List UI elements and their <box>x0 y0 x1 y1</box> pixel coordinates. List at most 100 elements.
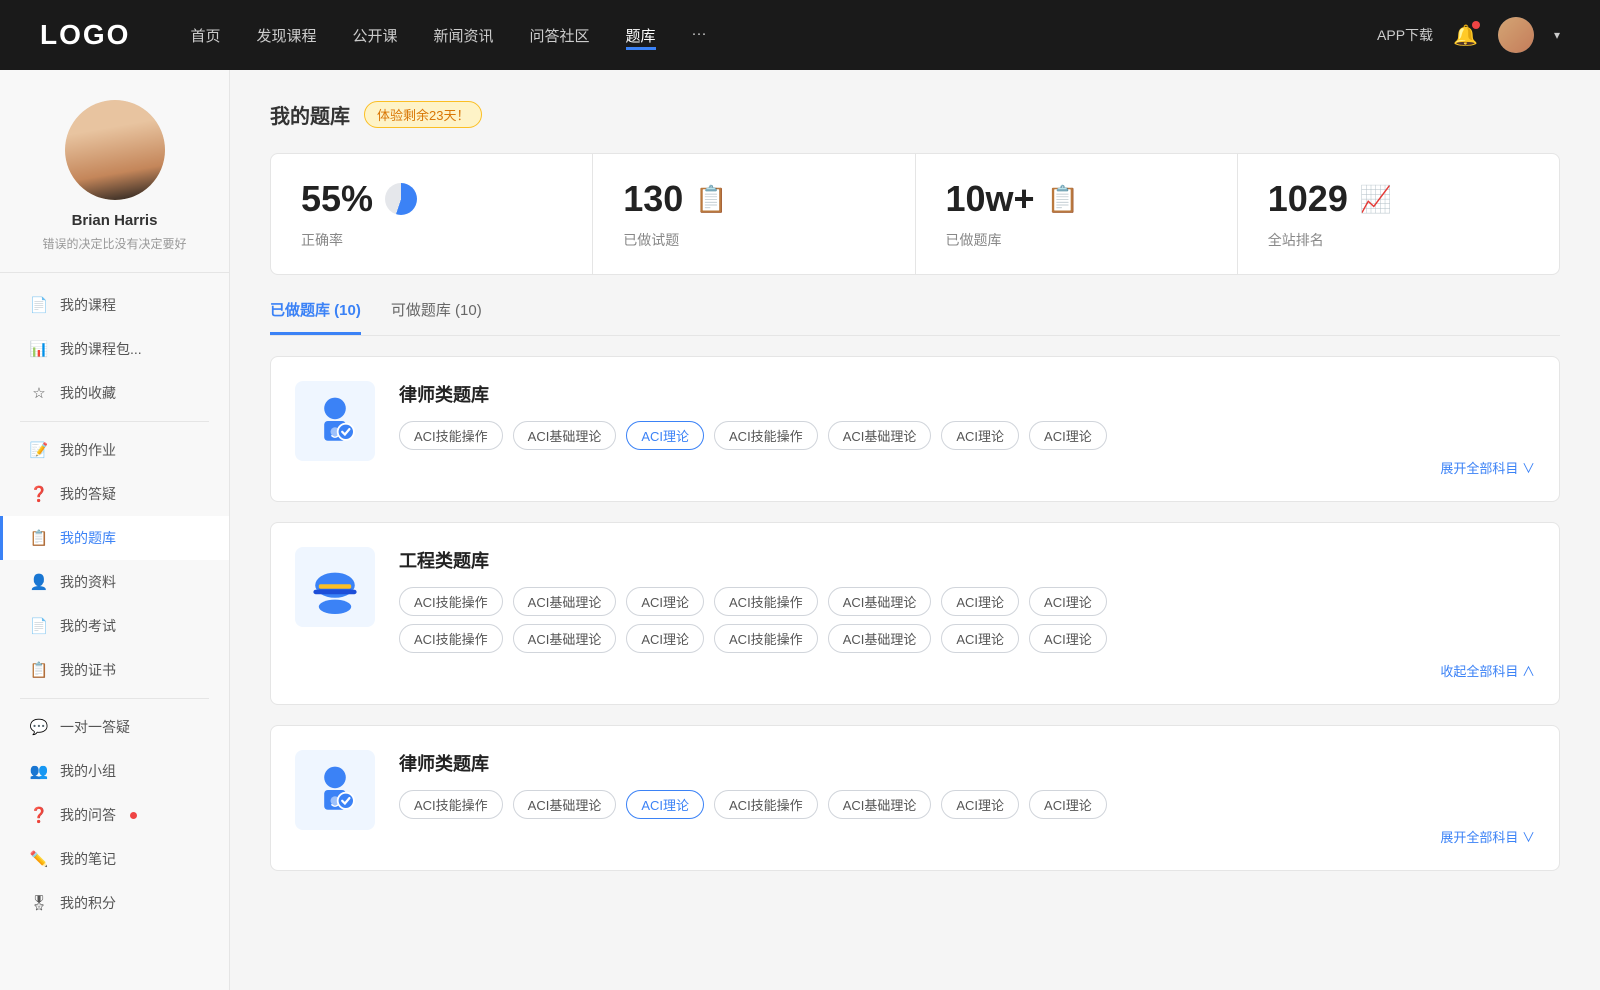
stat-accuracy-value: 55% <box>301 178 373 220</box>
bank-tag[interactable]: ACI技能操作 <box>714 624 818 653</box>
user-menu-chevron[interactable]: ▾ <box>1554 28 1560 42</box>
my-exams-icon: 📄 <box>30 617 48 635</box>
sidebar-item-my-notes[interactable]: ✏️ 我的笔记 <box>0 837 229 881</box>
sidebar-item-my-exams[interactable]: 📄 我的考试 <box>0 604 229 648</box>
bank-tag[interactable]: ACI理论 <box>941 587 1019 616</box>
bank-title-lawyer-2: 律师类题库 <box>399 750 1535 776</box>
bank-collapse-engineer[interactable]: 收起全部科目 ∧ <box>399 661 1535 680</box>
bank-tag[interactable]: ACI技能操作 <box>399 587 503 616</box>
sidebar-item-question-bank[interactable]: 📋 我的题库 <box>0 516 229 560</box>
sidebar-label-favorites: 我的收藏 <box>60 383 116 403</box>
sidebar-item-certificates[interactable]: 📋 我的证书 <box>0 648 229 692</box>
bank-tag[interactable]: ACI基础理论 <box>828 421 932 450</box>
nav-item-open-course[interactable]: 公开课 <box>352 21 397 50</box>
nav-item-news[interactable]: 新闻资讯 <box>434 21 494 50</box>
bank-tag[interactable]: ACI理论 <box>1029 624 1107 653</box>
notification-bell[interactable]: 🔔 <box>1453 23 1478 48</box>
sidebar-label-homework: 我的作业 <box>60 440 116 460</box>
bank-tag[interactable]: ACI技能操作 <box>714 587 818 616</box>
bank-content-lawyer-2: 律师类题库 ACI技能操作 ACI基础理论 ACI理论 ACI技能操作 ACI基… <box>399 750 1535 846</box>
app-download-link[interactable]: APP下载 <box>1377 25 1433 45</box>
bank-tags-engineer-row2: ACI技能操作 ACI基础理论 ACI理论 ACI技能操作 ACI基础理论 AC… <box>399 624 1535 653</box>
bank-title-engineer: 工程类题库 <box>399 547 1535 573</box>
my-qa-icon: ❓ <box>30 485 48 503</box>
bank-tag-selected[interactable]: ACI理论 <box>626 790 704 819</box>
nav-item-home[interactable]: 首页 <box>190 21 220 50</box>
bank-tag[interactable]: ACI理论 <box>1029 587 1107 616</box>
bank-tag[interactable]: ACI基础理论 <box>513 790 617 819</box>
sidebar-item-my-qa[interactable]: ❓ 我的答疑 <box>0 472 229 516</box>
notification-dot <box>1472 21 1480 29</box>
stat-done-banks: 10w+ 📋 已做题库 <box>916 154 1238 274</box>
stat-done-value: 130 <box>623 178 683 220</box>
bank-tag[interactable]: ACI基础理论 <box>828 624 932 653</box>
tab-done[interactable]: 已做题库 (10) <box>270 299 361 335</box>
sidebar-label-my-points: 我的积分 <box>60 893 116 913</box>
sidebar-label-my-questions: 我的问答 <box>60 805 116 825</box>
bank-tag[interactable]: ACI技能操作 <box>399 624 503 653</box>
sidebar-item-course-packages[interactable]: 📊 我的课程包... <box>0 327 229 371</box>
question-notification-dot <box>130 812 137 819</box>
bank-tag[interactable]: ACI基础理论 <box>828 790 932 819</box>
stat-banks-top: 10w+ 📋 <box>946 178 1207 220</box>
stat-banks-value: 10w+ <box>946 178 1035 220</box>
sidebar-label-my-qa: 我的答疑 <box>60 484 116 504</box>
bank-tag[interactable]: ACI技能操作 <box>399 421 503 450</box>
bank-tabs: 已做题库 (10) 可做题库 (10) <box>270 299 1560 336</box>
bank-tag-selected[interactable]: ACI理论 <box>626 421 704 450</box>
avatar-image <box>1498 17 1534 53</box>
user-avatar[interactable] <box>1498 17 1534 53</box>
nav-item-qbank[interactable]: 题库 <box>626 21 656 50</box>
my-group-icon: 👥 <box>30 762 48 780</box>
bank-tag[interactable]: ACI基础理论 <box>513 624 617 653</box>
bank-tag[interactable]: ACI理论 <box>941 790 1019 819</box>
bank-tag[interactable]: ACI理论 <box>941 624 1019 653</box>
stat-accuracy-top: 55% <box>301 178 562 220</box>
engineer-icon-svg <box>308 560 362 614</box>
sidebar-item-one-on-one[interactable]: 💬 一对一答疑 <box>0 705 229 749</box>
bank-tag[interactable]: ACI理论 <box>941 421 1019 450</box>
stats-row: 55% 正确率 130 📋 已做试题 10w+ 📋 已做题库 <box>270 153 1560 275</box>
bank-tag[interactable]: ACI理论 <box>1029 421 1107 450</box>
nav-logo[interactable]: LOGO <box>40 19 130 51</box>
bank-card-lawyer-2: 律师类题库 ACI技能操作 ACI基础理论 ACI理论 ACI技能操作 ACI基… <box>270 725 1560 871</box>
sidebar-item-my-data[interactable]: 👤 我的资料 <box>0 560 229 604</box>
stat-rank: 1029 📈 全站排名 <box>1238 154 1559 274</box>
bank-icon-lawyer-1 <box>295 381 375 461</box>
sidebar-item-homework[interactable]: 📝 我的作业 <box>0 428 229 472</box>
tab-available[interactable]: 可做题库 (10) <box>391 299 482 335</box>
sidebar-item-my-questions[interactable]: ❓ 我的问答 <box>0 793 229 837</box>
bank-tag[interactable]: ACI技能操作 <box>399 790 503 819</box>
nav-items: 首页 发现课程 公开课 新闻资讯 问答社区 题库 ··· <box>190 21 1377 50</box>
sidebar-item-my-group[interactable]: 👥 我的小组 <box>0 749 229 793</box>
sidebar-divider-1 <box>20 421 209 422</box>
bank-tag[interactable]: ACI基础理论 <box>513 587 617 616</box>
nav-item-qa[interactable]: 问答社区 <box>530 21 590 50</box>
sidebar-item-my-courses[interactable]: 📄 我的课程 <box>0 283 229 327</box>
nav-item-discover[interactable]: 发现课程 <box>256 21 316 50</box>
bank-content-lawyer-1: 律师类题库 ACI技能操作 ACI基础理论 ACI理论 ACI技能操作 ACI基… <box>399 381 1535 477</box>
sidebar: Brian Harris 错误的决定比没有决定要好 📄 我的课程 📊 我的课程包… <box>0 70 230 990</box>
layout: Brian Harris 错误的决定比没有决定要好 📄 我的课程 📊 我的课程包… <box>0 70 1600 990</box>
bank-tag[interactable]: ACI基础理论 <box>828 587 932 616</box>
nav-item-more[interactable]: ··· <box>692 21 707 50</box>
my-courses-icon: 📄 <box>30 296 48 314</box>
sidebar-item-my-points[interactable]: 🎖 我的积分 <box>0 881 229 925</box>
bank-expand-lawyer-2[interactable]: 展开全部科目 ∨ <box>399 827 1535 846</box>
bank-tag[interactable]: ACI技能操作 <box>714 421 818 450</box>
certificates-icon: 📋 <box>30 661 48 679</box>
stat-banks-label: 已做题库 <box>946 230 1207 250</box>
sidebar-label-my-data: 我的资料 <box>60 572 116 592</box>
bank-tag[interactable]: ACI理论 <box>626 624 704 653</box>
bank-tag[interactable]: ACI技能操作 <box>714 790 818 819</box>
bank-tag[interactable]: ACI基础理论 <box>513 421 617 450</box>
stat-rank-label: 全站排名 <box>1268 230 1529 250</box>
bank-tag[interactable]: ACI理论 <box>1029 790 1107 819</box>
nav-right: APP下载 🔔 ▾ <box>1377 17 1560 53</box>
sidebar-menu: 📄 我的课程 📊 我的课程包... ☆ 我的收藏 📝 我的作业 ❓ 我的答疑 � <box>0 273 229 935</box>
bank-expand-lawyer-1[interactable]: 展开全部科目 ∨ <box>399 458 1535 477</box>
sidebar-label-my-notes: 我的笔记 <box>60 849 116 869</box>
stat-accuracy-label: 正确率 <box>301 230 562 250</box>
bank-tag[interactable]: ACI理论 <box>626 587 704 616</box>
sidebar-item-favorites[interactable]: ☆ 我的收藏 <box>0 371 229 415</box>
